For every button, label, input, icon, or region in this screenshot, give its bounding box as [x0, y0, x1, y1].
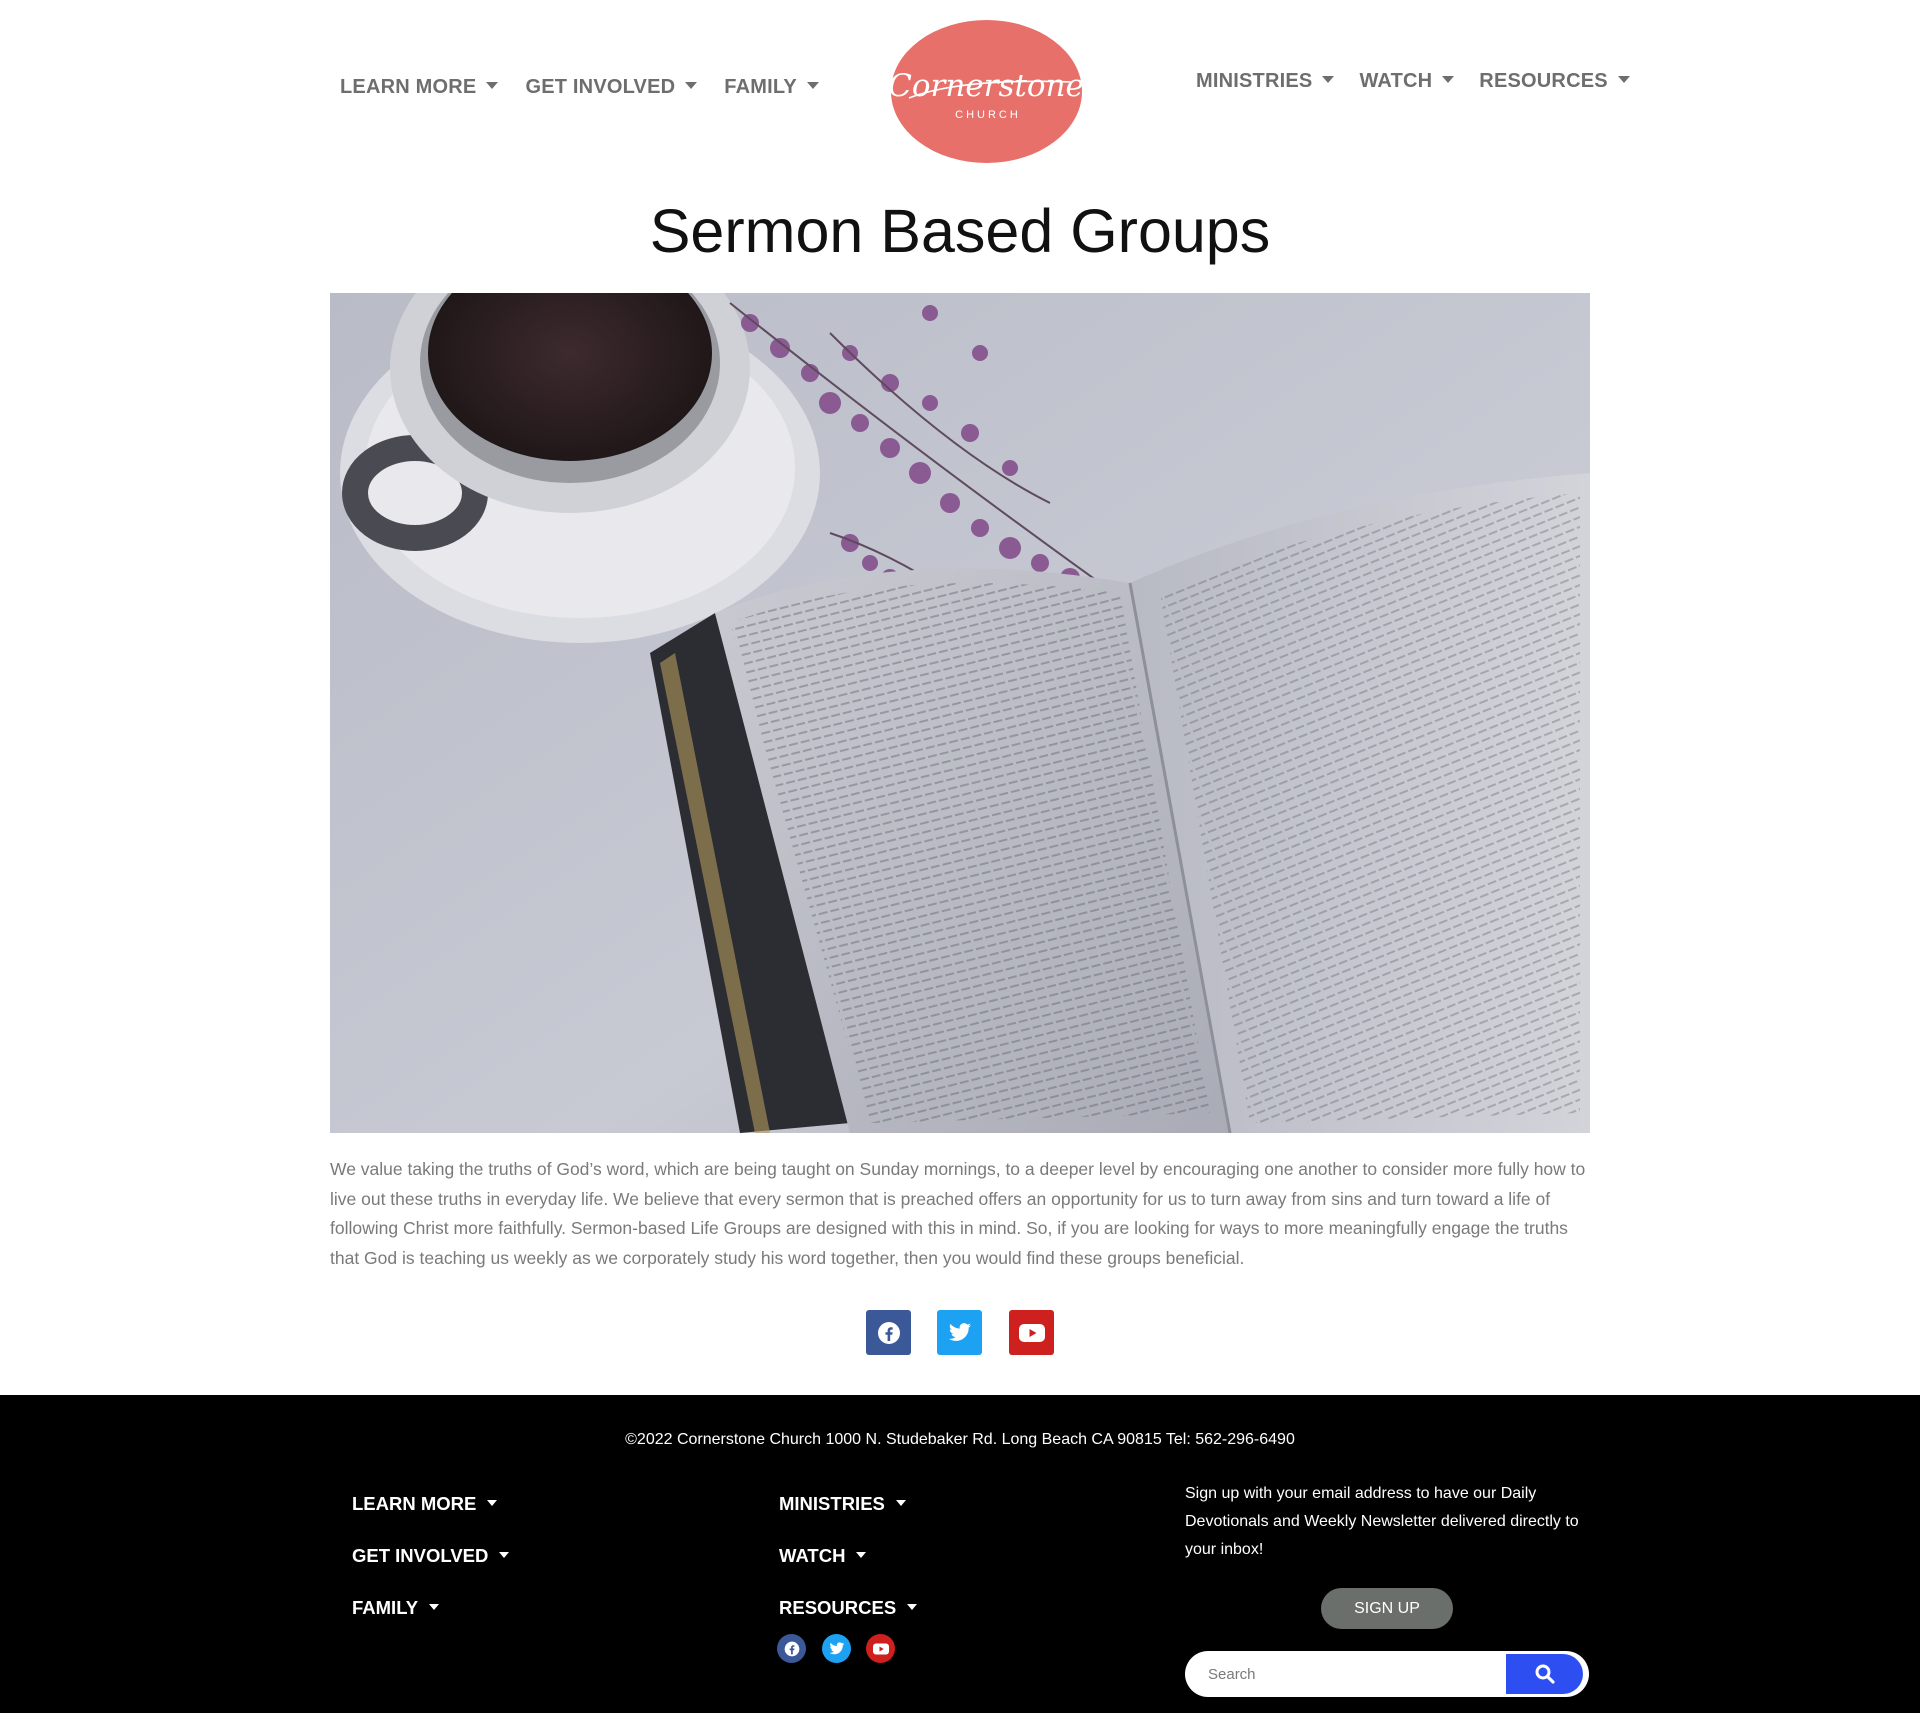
nav-family[interactable]: FAMILY	[724, 76, 819, 99]
nav-label: LEARN MORE	[340, 76, 477, 98]
footer-nav-label: WATCH	[779, 1545, 846, 1566]
search-input[interactable]	[1185, 1651, 1528, 1697]
footer-nav-learn-more[interactable]: LEARN MORE	[352, 1493, 498, 1515]
youtube-button[interactable]	[1009, 1310, 1054, 1355]
footer-youtube-button[interactable]	[866, 1634, 895, 1663]
footer-nav-label: LEARN MORE	[352, 1493, 477, 1514]
nav-ministries[interactable]: MINISTRIES	[1196, 70, 1335, 93]
caret-down-icon	[1442, 76, 1455, 84]
twitter-icon	[829, 1641, 844, 1654]
nav-label: WATCH	[1359, 70, 1433, 92]
facebook-icon	[784, 1641, 799, 1656]
footer-nav-get-involved[interactable]: GET INVOLVED	[352, 1545, 510, 1567]
youtube-icon	[872, 1642, 889, 1655]
twitter-button[interactable]	[937, 1310, 982, 1355]
signup-button[interactable]: SIGN UP	[1321, 1588, 1453, 1629]
main-nav-left: LEARN MORE GET INVOLVED FAMILY	[340, 76, 846, 99]
nav-learn-more[interactable]: LEARN MORE	[340, 76, 499, 99]
caret-down-icon	[499, 1552, 510, 1559]
caret-down-icon	[487, 1500, 498, 1507]
facebook-icon	[877, 1321, 900, 1344]
nav-label: MINISTRIES	[1196, 70, 1313, 92]
footer-facebook-button[interactable]	[777, 1634, 806, 1663]
search-form	[1185, 1651, 1589, 1697]
site-logo[interactable]: Cornerstone CHURCH	[888, 20, 1084, 163]
footer-nav-resources[interactable]: RESOURCES	[779, 1597, 918, 1619]
footer-nav-label: MINISTRIES	[779, 1493, 885, 1514]
copyright-text: ©2022 Cornerstone Church 1000 N. Studeba…	[625, 1431, 1295, 1448]
twitter-icon	[948, 1322, 971, 1341]
hero-illustration	[330, 293, 1590, 1133]
search-icon	[1535, 1664, 1555, 1684]
intro-paragraph: We value taking the truths of God’s word…	[330, 1159, 1586, 1268]
nav-label: RESOURCES	[1479, 70, 1608, 92]
youtube-icon	[1018, 1323, 1045, 1342]
nav-resources[interactable]: RESOURCES	[1479, 70, 1630, 93]
footer-nav-label: GET INVOLVED	[352, 1545, 489, 1566]
caret-down-icon	[429, 1604, 440, 1611]
footer-nav-family[interactable]: FAMILY	[352, 1597, 440, 1619]
footer-nav-label: FAMILY	[352, 1597, 419, 1618]
page-title: Sermon Based Groups	[649, 197, 1271, 265]
nav-label: FAMILY	[724, 76, 797, 98]
nav-watch[interactable]: WATCH	[1359, 70, 1455, 93]
logo-graphic: Cornerstone CHURCH	[888, 20, 1084, 163]
logo-subtext: CHURCH	[955, 109, 1021, 121]
footer-nav-label: RESOURCES	[779, 1597, 897, 1618]
search-button[interactable]	[1506, 1654, 1583, 1694]
signup-description: Sign up with your email address to have …	[1185, 1485, 1579, 1558]
footer-nav-watch[interactable]: WATCH	[779, 1545, 867, 1567]
footer-twitter-button[interactable]	[822, 1634, 851, 1663]
hero-image	[330, 293, 1590, 1133]
caret-down-icon	[1322, 76, 1335, 84]
footer-nav-ministries[interactable]: MINISTRIES	[779, 1493, 906, 1515]
caret-down-icon	[1617, 76, 1630, 84]
nav-label: GET INVOLVED	[525, 76, 676, 98]
main-nav-right: MINISTRIES WATCH RESOURCES	[1196, 70, 1655, 93]
caret-down-icon	[907, 1604, 918, 1611]
caret-down-icon	[685, 82, 698, 90]
logo-script: Cornerstone	[891, 68, 1082, 104]
facebook-button[interactable]	[866, 1310, 911, 1355]
caret-down-icon	[806, 82, 819, 90]
caret-down-icon	[486, 82, 499, 90]
nav-get-involved[interactable]: GET INVOLVED	[525, 76, 698, 99]
caret-down-icon	[856, 1552, 867, 1559]
caret-down-icon	[895, 1500, 906, 1507]
